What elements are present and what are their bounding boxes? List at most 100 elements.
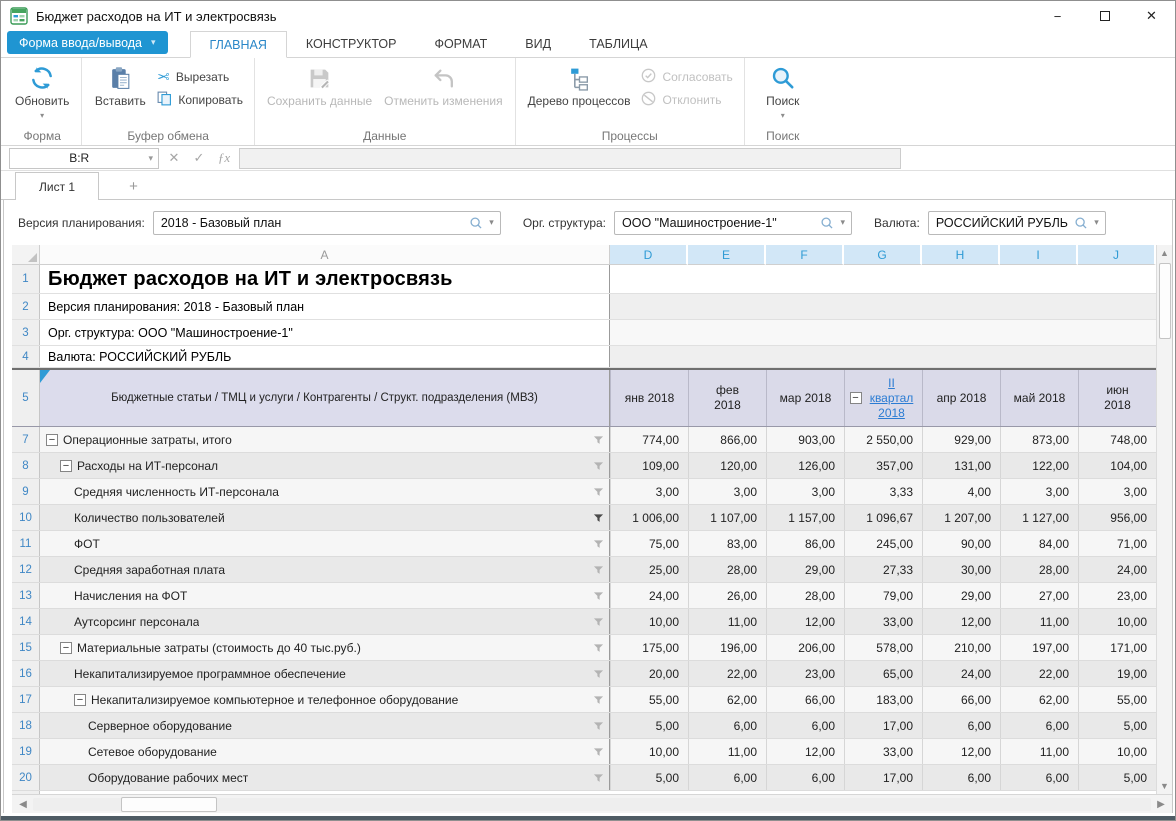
value-cell[interactable]: 1 096,67: [844, 505, 922, 530]
value-cell[interactable]: 1 107,00: [688, 505, 766, 530]
row-number[interactable]: 14: [12, 609, 40, 634]
value-cell[interactable]: 3,00: [1078, 479, 1156, 504]
column-header[interactable]: J: [1078, 245, 1156, 265]
value-cell[interactable]: 55,00: [1078, 687, 1156, 712]
budget-item-cell[interactable]: − Материальные затраты (стоимость до 40 …: [40, 635, 610, 660]
value-cell[interactable]: 66,00: [766, 687, 844, 712]
value-cell[interactable]: 23,00: [1078, 583, 1156, 608]
tab-format[interactable]: ФОРМАТ: [415, 30, 506, 57]
io-form-menu-button[interactable]: Форма ввода/вывода ▾: [7, 31, 168, 54]
value-cell[interactable]: 245,00: [844, 531, 922, 556]
tab-constructor[interactable]: КОНСТРУКТОР: [287, 30, 416, 57]
value-cell[interactable]: 774,00: [610, 427, 688, 452]
value-cell[interactable]: 12,00: [766, 739, 844, 764]
value-cell[interactable]: 120,00: [688, 453, 766, 478]
filter-icon[interactable]: [593, 435, 604, 445]
value-cell[interactable]: 33,00: [844, 609, 922, 634]
filter-icon[interactable]: [593, 539, 604, 549]
row-number[interactable]: 15: [12, 635, 40, 660]
empty-cells[interactable]: [610, 265, 1172, 293]
value-cell[interactable]: 6,00: [766, 765, 844, 790]
value-cell[interactable]: 28,00: [1000, 557, 1078, 582]
value-cell[interactable]: 12,00: [766, 609, 844, 634]
value-cell[interactable]: 903,00: [766, 427, 844, 452]
scroll-left-icon[interactable]: ◀: [15, 799, 31, 810]
chevron-down-icon[interactable]: ▾: [840, 217, 845, 228]
value-cell[interactable]: 12,00: [922, 609, 1000, 634]
period-header-cell[interactable]: янв 2018: [610, 370, 688, 426]
value-cell[interactable]: 62,00: [1000, 687, 1078, 712]
filter-icon[interactable]: [593, 643, 604, 653]
info-cell[interactable]: Бюджет расходов на ИТ и электросвязь: [40, 265, 610, 293]
budget-item-cell[interactable]: Оборудование рабочих мест: [40, 765, 610, 790]
select-all-corner[interactable]: [12, 245, 40, 265]
period-header-cell[interactable]: фев 2018: [688, 370, 766, 426]
chevron-down-icon[interactable]: ▾: [1094, 217, 1099, 228]
formula-input[interactable]: [239, 148, 901, 169]
filter-icon[interactable]: [593, 461, 604, 471]
tab-view[interactable]: ВИД: [506, 30, 570, 57]
value-cell[interactable]: 29,00: [766, 557, 844, 582]
approve-button[interactable]: Согласовать: [637, 67, 736, 87]
column-header[interactable]: I: [1000, 245, 1078, 265]
value-cell[interactable]: 6,00: [922, 713, 1000, 738]
value-cell[interactable]: 24,00: [1078, 557, 1156, 582]
value-cell[interactable]: 6,00: [1000, 765, 1078, 790]
collapse-toggle[interactable]: −: [46, 434, 58, 446]
value-cell[interactable]: 25,00: [610, 557, 688, 582]
row-number[interactable]: 5: [12, 370, 40, 426]
row-number[interactable]: 17: [12, 687, 40, 712]
search-icon[interactable]: [820, 216, 834, 230]
sheet-tab-active[interactable]: Лист 1: [15, 172, 99, 200]
tab-table[interactable]: ТАБЛИЦА: [570, 30, 667, 57]
value-cell[interactable]: 5,00: [610, 765, 688, 790]
value-cell[interactable]: 10,00: [610, 739, 688, 764]
value-cell[interactable]: 27,33: [844, 557, 922, 582]
value-cell[interactable]: 28,00: [688, 557, 766, 582]
scroll-right-icon[interactable]: ▶: [1153, 799, 1169, 810]
value-cell[interactable]: 10,00: [1078, 739, 1156, 764]
value-cell[interactable]: 10,00: [1078, 609, 1156, 634]
budget-item-cell[interactable]: − Расходы на ИТ-персонал: [40, 453, 610, 478]
column-header[interactable]: D: [610, 245, 688, 265]
budget-item-cell[interactable]: Сетевое оборудование: [40, 739, 610, 764]
value-cell[interactable]: 17,00: [844, 765, 922, 790]
budget-item-cell[interactable]: Аутсорсинг персонала: [40, 609, 610, 634]
column-header[interactable]: G: [844, 245, 922, 265]
horizontal-scrollbar[interactable]: ◀ ▶: [12, 794, 1172, 813]
filter-icon[interactable]: [593, 513, 604, 523]
value-cell[interactable]: 956,00: [1078, 505, 1156, 530]
value-cell[interactable]: 109,00: [610, 453, 688, 478]
cut-button[interactable]: ✂ Вырезать: [153, 67, 247, 87]
value-cell[interactable]: 75,00: [610, 531, 688, 556]
filter-icon[interactable]: [593, 695, 604, 705]
value-cell[interactable]: 748,00: [1078, 427, 1156, 452]
scroll-up-icon[interactable]: ▲: [1157, 245, 1172, 261]
budget-item-cell[interactable]: Серверное оборудование: [40, 713, 610, 738]
filter-icon[interactable]: [593, 747, 604, 757]
value-cell[interactable]: 3,00: [1000, 479, 1078, 504]
row-number[interactable]: 9: [12, 479, 40, 504]
row-number[interactable]: 10: [12, 505, 40, 530]
vertical-scroll-thumb[interactable]: [1159, 263, 1171, 339]
value-cell[interactable]: 197,00: [1000, 635, 1078, 660]
row-number[interactable]: 8: [12, 453, 40, 478]
value-cell[interactable]: 26,00: [688, 583, 766, 608]
confirm-entry-icon[interactable]: ✓: [189, 150, 209, 166]
value-cell[interactable]: 5,00: [1078, 765, 1156, 790]
value-cell[interactable]: 3,00: [688, 479, 766, 504]
insert-function-icon[interactable]: ƒx: [214, 150, 234, 166]
value-cell[interactable]: 1 127,00: [1000, 505, 1078, 530]
row-number[interactable]: 16: [12, 661, 40, 686]
row-number[interactable]: 12: [12, 557, 40, 582]
info-cell[interactable]: Версия планирования: 2018 - Базовый план: [40, 294, 610, 319]
value-cell[interactable]: 206,00: [766, 635, 844, 660]
budget-item-cell[interactable]: Начисления на ФОТ: [40, 583, 610, 608]
value-cell[interactable]: 873,00: [1000, 427, 1078, 452]
close-button[interactable]: ✕: [1128, 1, 1175, 31]
horizontal-scroll-track[interactable]: [33, 798, 1151, 811]
period-header-cell[interactable]: мар 2018: [766, 370, 844, 426]
search-icon[interactable]: [469, 216, 483, 230]
value-cell[interactable]: 4,00: [922, 479, 1000, 504]
scroll-down-icon[interactable]: ▼: [1157, 778, 1172, 794]
